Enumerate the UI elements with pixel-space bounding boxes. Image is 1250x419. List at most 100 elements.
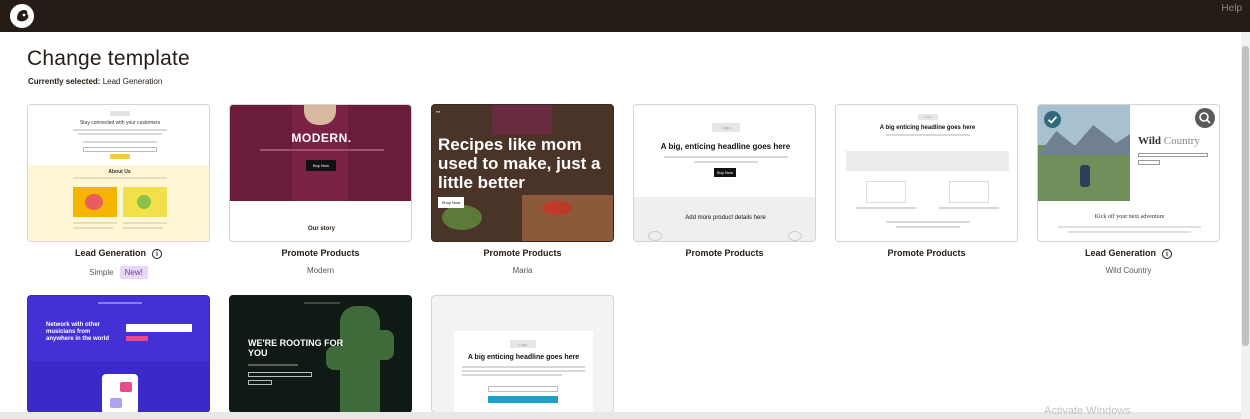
- preview-image: [866, 181, 906, 203]
- preview-input: [248, 372, 312, 377]
- preview-image: [846, 151, 1009, 171]
- preview-line: [73, 227, 113, 229]
- template-label: Promote Products: [685, 248, 764, 258]
- new-badge: New!: [119, 266, 148, 279]
- preview-line: [886, 134, 970, 136]
- template-card-maria[interactable]: ▪▪▪ Recipes like mom used to make, just …: [431, 104, 614, 242]
- preview-button-text: Buy Now: [312, 163, 329, 168]
- currently-selected: Currently selected: Lead Generation: [28, 77, 162, 86]
- preview-logo-text: Logo: [518, 342, 528, 347]
- preview-line: [78, 133, 162, 135]
- preview-button: [110, 154, 130, 159]
- preview-logo: [98, 302, 142, 304]
- template-label: Lead Generation i: [27, 248, 210, 259]
- template-card-lead-generation-simple[interactable]: Stay connected with your customers About…: [27, 104, 210, 242]
- preview-line: [83, 141, 157, 143]
- preview-input: [83, 147, 157, 152]
- template-sub: Wild Country: [1105, 266, 1152, 275]
- preview-about: About Us: [108, 169, 131, 175]
- preview-line: [462, 370, 585, 372]
- mailchimp-logo-icon[interactable]: [10, 4, 34, 28]
- preview-cactus: [326, 306, 394, 412]
- activate-windows-watermark: Activate Windows: [1044, 405, 1131, 417]
- preview-logo-text: Logo: [721, 125, 731, 130]
- preview-hero: [230, 105, 411, 201]
- template-label-text: Lead Generation: [1084, 248, 1156, 258]
- top-bar: Help: [0, 0, 1250, 32]
- preview-image: [949, 181, 989, 203]
- currently-selected-value: Lead Generation: [102, 77, 163, 86]
- preview-headline: WE'RE ROOTING FOR YOU: [248, 338, 344, 358]
- preview-button: [488, 396, 558, 403]
- preview-brand: MODERN.: [291, 131, 352, 145]
- template-label: Promote Products: [483, 248, 562, 258]
- preview-placeholder: [788, 231, 802, 241]
- page-title: Change template: [27, 47, 190, 70]
- info-icon[interactable]: i: [1162, 248, 1172, 259]
- template-sub: Modern: [306, 266, 335, 275]
- preview-logo: Logo: [918, 114, 938, 120]
- preview-logo: Logo: [510, 340, 536, 348]
- preview-logo: [304, 302, 340, 304]
- preview-nav: ▪▪▪: [436, 109, 441, 114]
- preview-headline: A big enticing headline goes here: [467, 354, 580, 361]
- preview-image-lemon: [73, 187, 117, 217]
- template-label: Promote Products: [281, 248, 360, 258]
- preview-input: [1138, 153, 1208, 157]
- preview-button: [248, 380, 272, 385]
- preview-line: [123, 227, 163, 229]
- preview-line: [886, 221, 970, 223]
- preview-line: [1058, 226, 1201, 228]
- preview-button: Buy Now: [714, 168, 736, 177]
- preview-line: [694, 161, 758, 163]
- template-label: Lead Generation i: [1037, 248, 1220, 259]
- preview-phone: [102, 374, 138, 412]
- preview-headline: Recipes like mom used to make, just a li…: [438, 135, 601, 192]
- scroll-thumb[interactable]: [1242, 46, 1249, 346]
- preview-button-text: Shop Now: [441, 200, 461, 205]
- template-label: Promote Products: [887, 248, 966, 258]
- preview-headline: A big enticing headline goes here: [879, 125, 976, 131]
- template-card-rooting[interactable]: WE'RE ROOTING FOR YOU: [229, 295, 412, 413]
- preview-kicker: Kick off your next adventure: [1094, 214, 1165, 220]
- preview-line: [856, 207, 916, 209]
- preview-title-bold: Wild: [1138, 135, 1162, 147]
- info-icon[interactable]: i: [152, 248, 162, 259]
- template-card-promote-products-3[interactable]: Logo A big, enticing headline goes here …: [633, 104, 816, 242]
- preview-logo: Logo: [712, 123, 740, 132]
- preview-input: [126, 324, 192, 332]
- preview-line: [73, 222, 117, 224]
- preview-line: [73, 129, 167, 131]
- template-card-musicians[interactable]: Network with other musicians from anywhe…: [27, 295, 210, 413]
- selected-check-icon: [1044, 111, 1061, 128]
- preview-input: [488, 386, 558, 392]
- preview-button: [1138, 160, 1160, 165]
- preview-button: [126, 336, 148, 341]
- page-scrollbar[interactable]: [1241, 32, 1250, 419]
- preview-title: Wild Country: [1138, 135, 1200, 147]
- currently-selected-label: Currently selected:: [28, 77, 101, 86]
- preview-button: Buy Now: [306, 160, 336, 171]
- preview-button-text: Buy Now: [716, 170, 733, 175]
- preview-line: [939, 207, 999, 209]
- preview-line: [896, 226, 960, 228]
- template-card-wild-country[interactable]: Wild Country Kick off your next adventur…: [1037, 104, 1220, 242]
- preview-line: [462, 374, 562, 376]
- preview-headline: Stay connected with your customers: [79, 120, 161, 126]
- template-card-modern[interactable]: MODERN. Buy Now Our story: [229, 104, 412, 242]
- template-card-big-enticing[interactable]: Logo A big enticing headline goes here: [431, 295, 614, 413]
- zoom-icon[interactable]: [1195, 108, 1215, 128]
- preview-logo: [110, 111, 130, 116]
- help-link[interactable]: Help: [1221, 3, 1242, 14]
- preview-headline: A big, enticing headline goes here: [660, 142, 791, 151]
- preview-line: [248, 364, 298, 366]
- preview-details: Add more product details here: [685, 215, 766, 221]
- preview-title-rest: Country: [1163, 135, 1200, 147]
- preview-image-lime: [123, 187, 167, 217]
- template-card-promote-products-4[interactable]: Logo A big enticing headline goes here: [835, 104, 1018, 242]
- preview-line: [260, 149, 384, 151]
- preview-line: [462, 366, 585, 368]
- preview-line: [664, 156, 788, 158]
- preview-headline: Network with other musicians from anywhe…: [46, 322, 110, 342]
- template-sub-text: Simple: [89, 268, 114, 277]
